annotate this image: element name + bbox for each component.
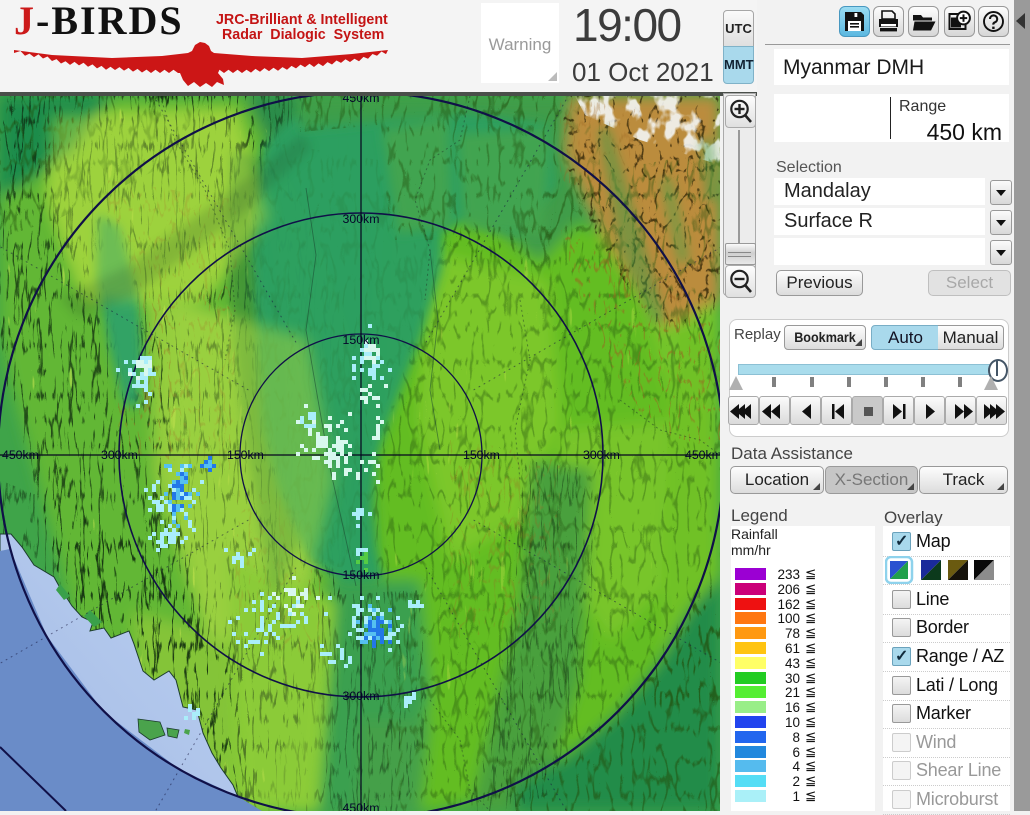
svg-text:450km: 450km (685, 448, 720, 462)
svg-text:150km: 150km (343, 568, 380, 582)
svg-text:450km: 450km (343, 801, 380, 811)
svg-text:450km: 450km (2, 448, 39, 462)
svg-text:150km: 150km (227, 448, 264, 462)
svg-text:300km: 300km (343, 689, 380, 703)
svg-text:300km: 300km (583, 448, 620, 462)
svg-text:300km: 300km (343, 212, 380, 226)
svg-text:300km: 300km (101, 448, 138, 462)
svg-text:150km: 150km (343, 333, 380, 347)
svg-text:450km: 450km (343, 96, 380, 105)
svg-text:150km: 150km (463, 448, 500, 462)
